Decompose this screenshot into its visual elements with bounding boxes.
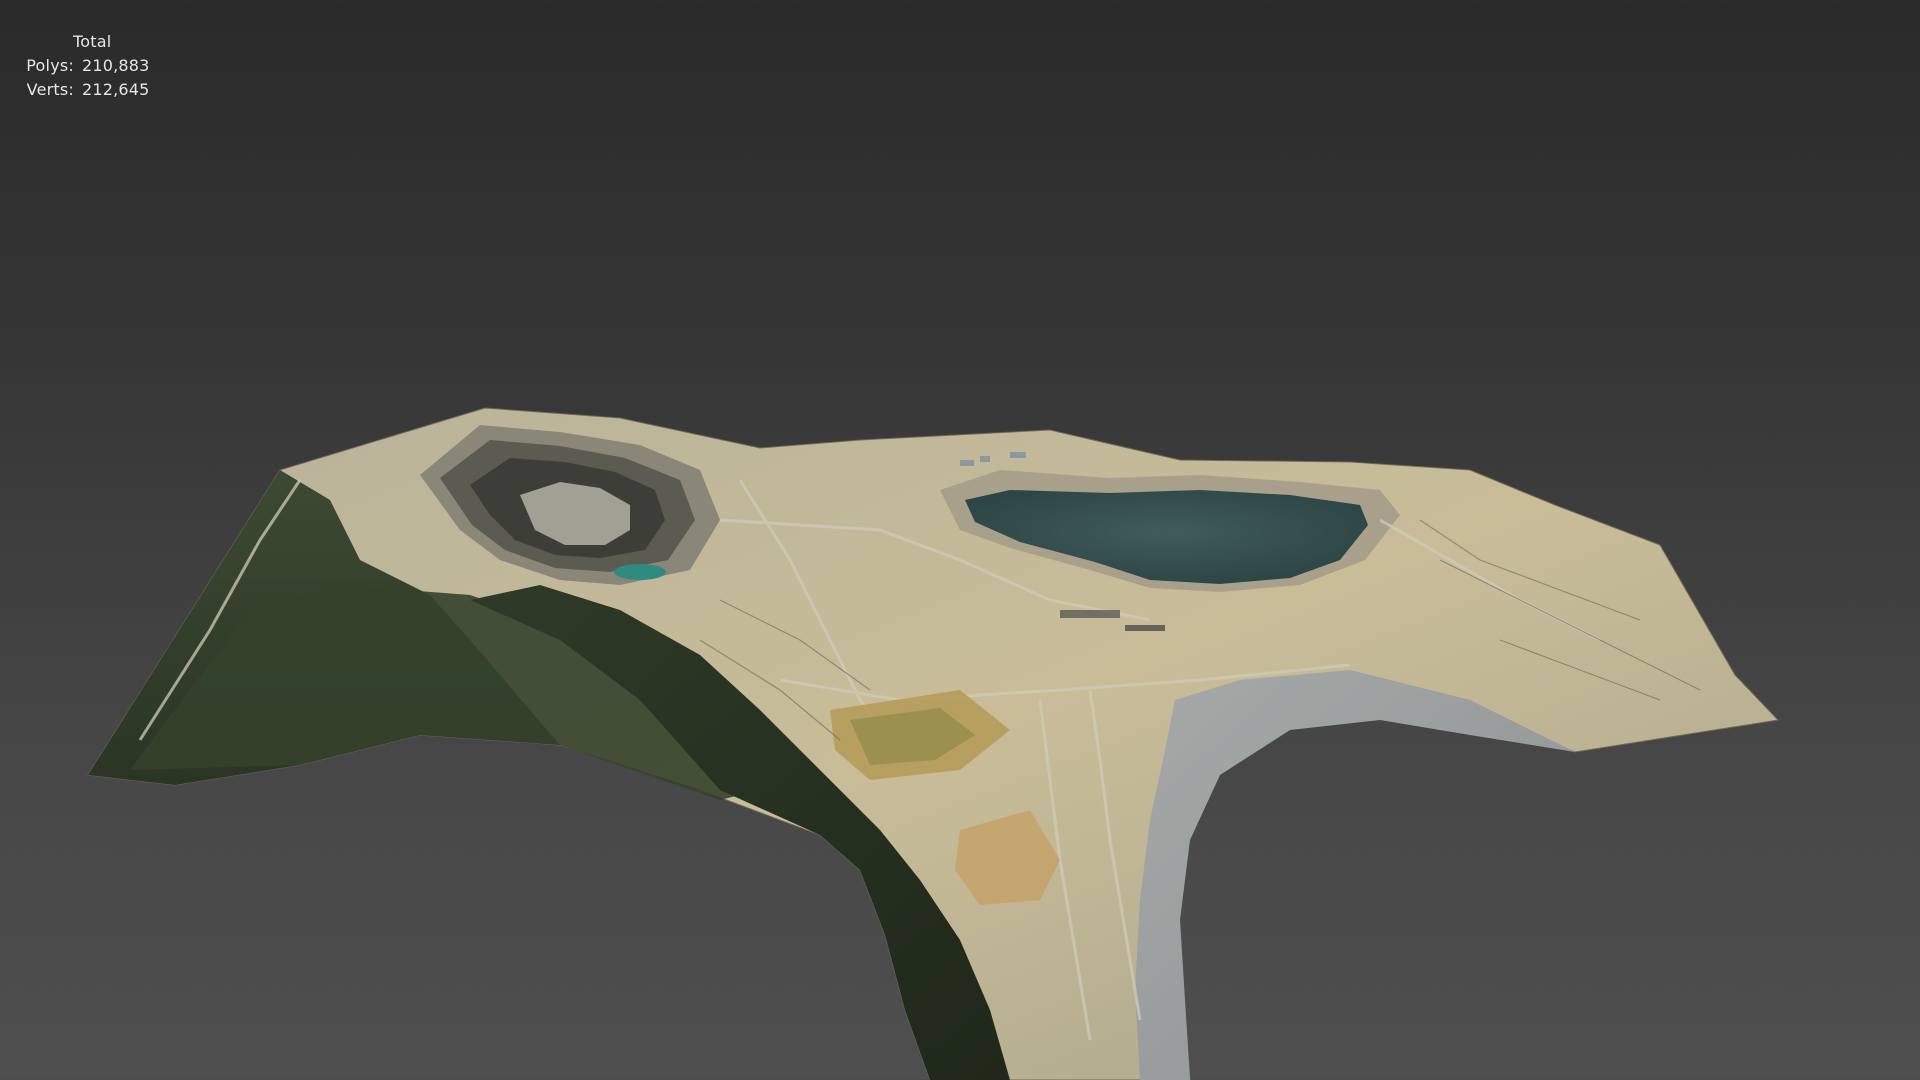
stats-polys-row: Polys: 210,883 <box>12 54 150 78</box>
stats-overlay: Total Polys: 210,883 Verts: 212,645 <box>12 30 150 102</box>
verts-label: Verts: <box>26 80 74 99</box>
polys-label: Polys: <box>26 56 74 75</box>
grey-area <box>1135 670 1575 1080</box>
terrain-render <box>87 407 1780 1080</box>
stats-verts-row: Verts: 212,645 <box>12 78 150 102</box>
3d-viewport[interactable]: Total Polys: 210,883 Verts: 212,645 <box>0 0 1920 1080</box>
verts-value: 212,645 <box>82 80 150 99</box>
stats-header: Total <box>73 32 112 51</box>
polys-value: 210,883 <box>82 56 150 75</box>
